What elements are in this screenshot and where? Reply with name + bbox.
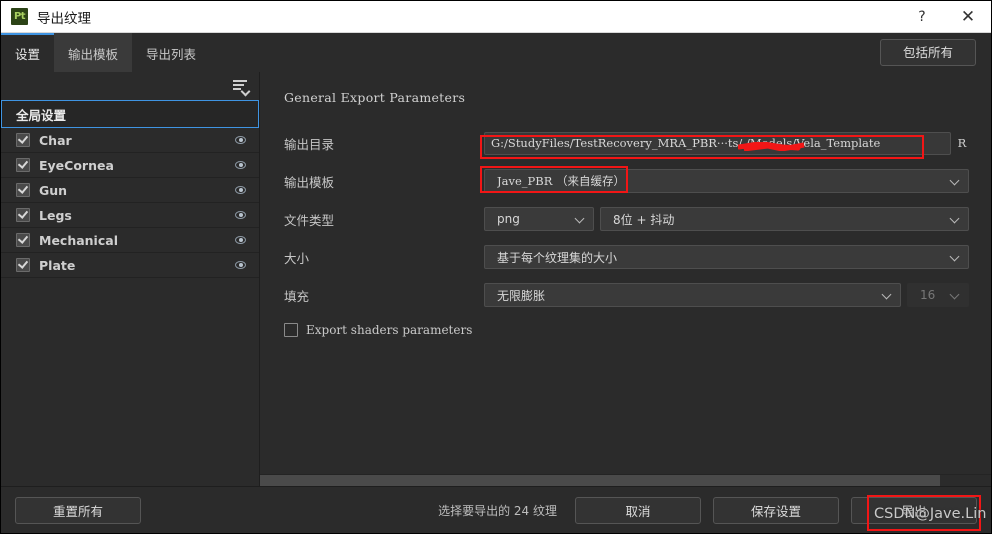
list-item[interactable]: Mechanical [1,228,259,253]
settings-panel: General Export Parameters 输出目录 G:/StudyF… [260,72,991,486]
texture-set-sidebar: 全局设置 Char EyeCornea Gun Legs Mechanical … [1,72,260,486]
sidebar-item-global-settings[interactable]: 全局设置 [1,100,259,128]
list-item[interactable]: Char [1,128,259,153]
list-item-label: Legs [39,207,72,223]
output-template-row: 输出模板 Jave_PBR （来自缓存） [284,169,969,193]
file-type-field-wrap: png 8位 + 抖动 [484,207,969,231]
eye-icon[interactable] [235,161,246,169]
window-title: 导出纹理 [37,10,91,27]
settings-scroll-area: General Export Parameters 输出目录 G:/StudyF… [260,72,991,474]
section-title: General Export Parameters [284,90,466,105]
horizontal-scrollbar[interactable] [260,474,991,486]
eye-icon[interactable] [235,186,246,194]
dialog-body: 全局设置 Char EyeCornea Gun Legs Mechanical … [1,72,991,486]
padding-field-wrap: 无限膨胀 16 [484,283,969,307]
file-type-row: 文件类型 png 8位 + 抖动 [284,207,969,231]
size-value: 基于每个纹理集的大小 [497,250,618,265]
dialog-footer: 重置所有 选择要导出的 24 纹理 取消 保存设置 导出 [1,486,991,533]
tab-bar: 设置 输出模板 导出列表 包括所有 [1,33,991,72]
output-directory-label: 输出目录 [284,136,335,152]
browse-directory-button[interactable]: R [955,132,969,155]
padding-label: 填充 [284,288,310,304]
padding-value: 无限膨胀 [497,288,546,303]
eye-icon[interactable] [235,211,246,219]
output-template-value: Jave_PBR （来自缓存） [497,174,626,188]
reset-all-button[interactable]: 重置所有 [15,496,141,524]
eye-icon[interactable] [235,136,246,144]
list-filter-icon[interactable] [233,79,251,97]
list-item-label: Char [39,132,72,148]
bit-depth-value: 8位 + 抖动 [613,212,675,227]
title-bar: Pt 导出纹理 ? ✕ [1,1,991,33]
eye-icon[interactable] [235,261,246,269]
help-button[interactable]: ? [899,1,945,32]
list-item[interactable]: Gun [1,178,259,203]
list-item[interactable]: Plate [1,253,259,278]
cancel-button[interactable]: 取消 [575,496,701,524]
file-format-value: png [497,212,520,226]
output-template-select[interactable]: Jave_PBR （来自缓存） [484,169,969,193]
checkbox-gun[interactable] [16,183,30,197]
export-status-text: 选择要导出的 24 纹理 [438,503,557,518]
output-directory-input[interactable]: G:/StudyFiles/TestRecovery_MRA_PBR···ts/… [484,131,951,155]
close-button[interactable]: ✕ [945,1,991,32]
eye-icon[interactable] [235,236,246,244]
output-template-field-wrap: Jave_PBR （来自缓存） [484,169,969,193]
padding-amount-select: 16 [907,283,969,307]
tab-output-templates[interactable]: 输出模板 [54,33,133,72]
output-template-label: 输出模板 [284,174,335,190]
chevron-down-icon [951,177,960,186]
list-item-label: Gun [39,182,68,198]
file-format-select[interactable]: png [484,207,594,231]
export-button[interactable]: 导出 [851,496,977,524]
chevron-down-icon [951,253,960,262]
list-item[interactable]: EyeCornea [1,153,259,178]
export-shaders-row[interactable]: Export shaders parameters [284,323,969,337]
size-select[interactable]: 基于每个纹理集的大小 [484,245,969,269]
include-all-button[interactable]: 包括所有 [879,39,976,66]
output-directory-row: 输出目录 G:/StudyFiles/TestRecovery_MRA_PBR·… [284,131,969,155]
list-item-label: Plate [39,257,76,273]
sidebar-item-label: 全局设置 [16,107,67,123]
bit-depth-select[interactable]: 8位 + 抖动 [600,207,969,231]
list-item-label: Mechanical [39,232,118,248]
tabbar-spacer [210,33,880,72]
chevron-down-icon [576,215,585,224]
sidebar-toolbar [1,72,259,100]
chevron-down-icon [951,291,960,300]
tab-settings[interactable]: 设置 [1,33,55,72]
list-item-label: EyeCornea [39,157,114,173]
save-settings-button[interactable]: 保存设置 [713,496,839,524]
substance-painter-icon: Pt [11,8,28,25]
scrollbar-thumb[interactable] [260,475,940,486]
padding-select[interactable]: 无限膨胀 [484,283,901,307]
file-type-label: 文件类型 [284,212,335,228]
texture-set-list: 全局设置 Char EyeCornea Gun Legs Mechanical … [1,100,259,486]
output-directory-field-wrap: G:/StudyFiles/TestRecovery_MRA_PBR···ts/… [484,131,969,155]
checkbox-legs[interactable] [16,208,30,222]
tab-export-list[interactable]: 导出列表 [132,33,210,72]
export-shaders-label: Export shaders parameters [306,323,473,337]
checkbox-eyecornea[interactable] [16,158,30,172]
export-textures-dialog: Pt 导出纹理 ? ✕ 设置 输出模板 导出列表 包括所有 全局设置 Char [0,0,992,534]
checkbox-char[interactable] [16,133,30,147]
padding-row: 填充 无限膨胀 16 [284,283,969,307]
size-field-wrap: 基于每个纹理集的大小 [484,245,969,269]
size-row: 大小 基于每个纹理集的大小 [284,245,969,269]
checkbox-mechanical[interactable] [16,233,30,247]
size-label: 大小 [284,250,310,266]
chevron-down-icon [951,215,960,224]
padding-amount-value: 16 [920,288,936,302]
chevron-down-icon [883,291,892,300]
list-item[interactable]: Legs [1,203,259,228]
export-shaders-checkbox[interactable] [284,323,298,337]
checkbox-plate[interactable] [16,258,30,272]
